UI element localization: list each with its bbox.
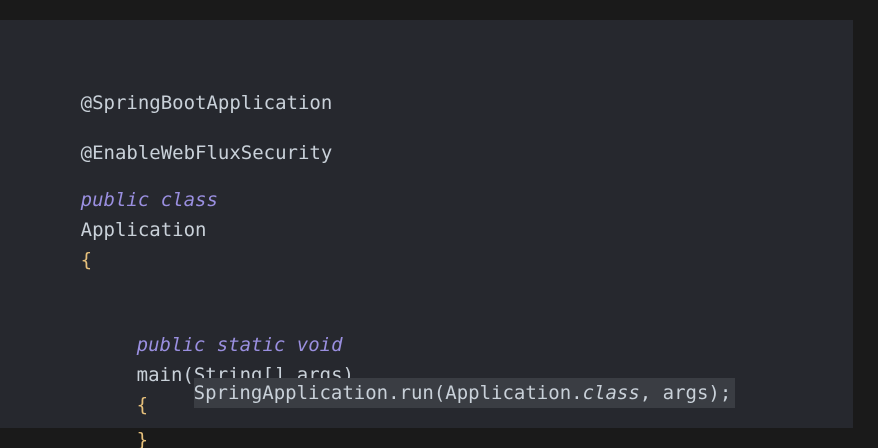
code-line-annotation-webflux: @EnableWebFluxSecurity — [12, 108, 333, 164]
code-line-main-method: public static void main(String[] args) { — [0, 300, 354, 416]
run-call-prefix: SpringApplication.run(Application. — [193, 382, 583, 404]
close-brace: } — [136, 429, 149, 448]
screenshot-frame: @SpringBootApplication @EnableWebFluxSec… — [0, 0, 878, 448]
code-editor[interactable]: @SpringBootApplication @EnableWebFluxSec… — [0, 20, 853, 448]
run-call-suffix: , args); — [639, 382, 732, 404]
keyword-public-class: public class — [80, 189, 218, 211]
open-brace: { — [80, 249, 93, 271]
code-line-close-brace: } — [0, 395, 148, 448]
class-keyword: class — [582, 382, 640, 404]
class-name: Application — [80, 219, 207, 241]
code-line-run-call: SpringApplication.run(Application.class,… — [0, 348, 736, 408]
code-line-class-declaration: public class Application { — [12, 155, 218, 271]
code-line-annotation-springboot: @SpringBootApplication — [12, 58, 333, 114]
current-line-highlight: SpringApplication.run(Application.class,… — [193, 378, 736, 408]
